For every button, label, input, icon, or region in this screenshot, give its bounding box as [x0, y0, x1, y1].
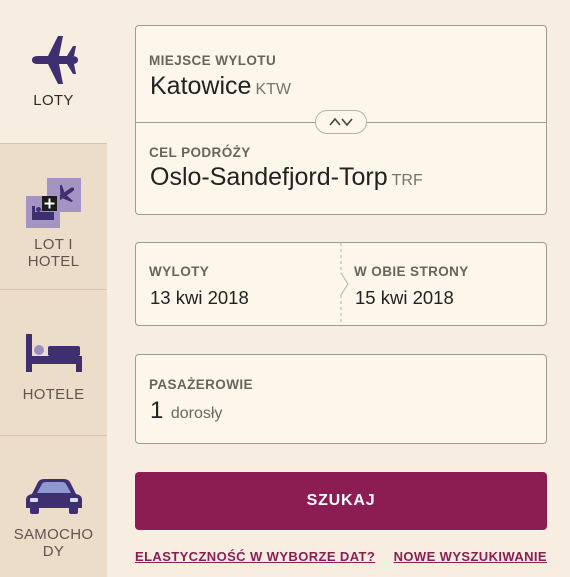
nav-cars[interactable]: SAMOCHO DY	[0, 436, 107, 577]
flight-hotel-icon	[25, 178, 81, 228]
nav-hotels[interactable]: HOTELE	[0, 290, 107, 435]
passenger-count: 1	[150, 397, 164, 424]
return-label: W OBIE STRONY	[354, 264, 469, 279]
destination-label: CEL PODRÓŻY	[149, 145, 251, 160]
bed-icon	[25, 334, 82, 372]
swap-direction-button[interactable]	[315, 110, 367, 134]
destination-city: Oslo-Sandefjord-Torp	[150, 163, 388, 191]
departure-value: 13 kwi 2018	[150, 287, 249, 308]
passenger-type: dorosły	[170, 405, 223, 422]
nav-flight-hotel-label: LOT I HOTEL	[27, 236, 80, 270]
return-date-field[interactable]: W OBIE STRONY 15 kwi 2018	[348, 243, 546, 325]
departure-date-field[interactable]: WYLOTY 13 kwi 2018	[136, 243, 341, 325]
departure-label: WYLOTY	[149, 264, 210, 279]
origin-label: MIEJSCE WYLOTU	[149, 53, 277, 68]
new-search-link[interactable]: NOWE WYSZUKIWANIE	[394, 549, 547, 564]
flexible-dates-link[interactable]: ELASTYCZNOŚĆ W WYBORZE DAT?	[135, 549, 375, 564]
destination-field[interactable]: CEL PODRÓŻY Oslo-Sandefjord-Torp TRF	[136, 123, 546, 214]
destination-value: Oslo-Sandefjord-Torp TRF	[150, 163, 423, 192]
passengers-value: 1 dorosły	[150, 397, 222, 425]
car-icon	[25, 479, 82, 514]
product-sidebar: LOTY LOT I HOTEL HOTELE SAMOCHO DY	[0, 0, 107, 577]
airplane-icon	[31, 36, 78, 84]
dates-card: WYLOTY 13 kwi 2018 W OBIE STRONY 15 kwi …	[135, 242, 547, 326]
nav-flights[interactable]: LOTY	[0, 0, 107, 143]
nav-hotels-label: HOTELE	[22, 386, 85, 403]
destination-code: TRF	[391, 172, 423, 189]
nav-flight-hotel[interactable]: LOT I HOTEL	[0, 144, 107, 289]
return-value: 15 kwi 2018	[355, 287, 454, 308]
nav-cars-label: SAMOCHO DY	[13, 526, 94, 560]
origin-city: Katowice	[150, 72, 252, 100]
nav-flights-label: LOTY	[33, 92, 74, 109]
swap-chevrons-icon	[329, 117, 353, 127]
passengers-field[interactable]: PASAŻEROWIE 1 dorosły	[135, 354, 547, 444]
search-button[interactable]: SZUKAJ	[135, 472, 547, 530]
origin-field[interactable]: MIEJSCE WYLOTU Katowice KTW	[136, 26, 546, 122]
origin-value: Katowice KTW	[150, 72, 291, 101]
passengers-label: PASAŻEROWIE	[149, 377, 253, 392]
origin-code: KTW	[255, 81, 291, 98]
